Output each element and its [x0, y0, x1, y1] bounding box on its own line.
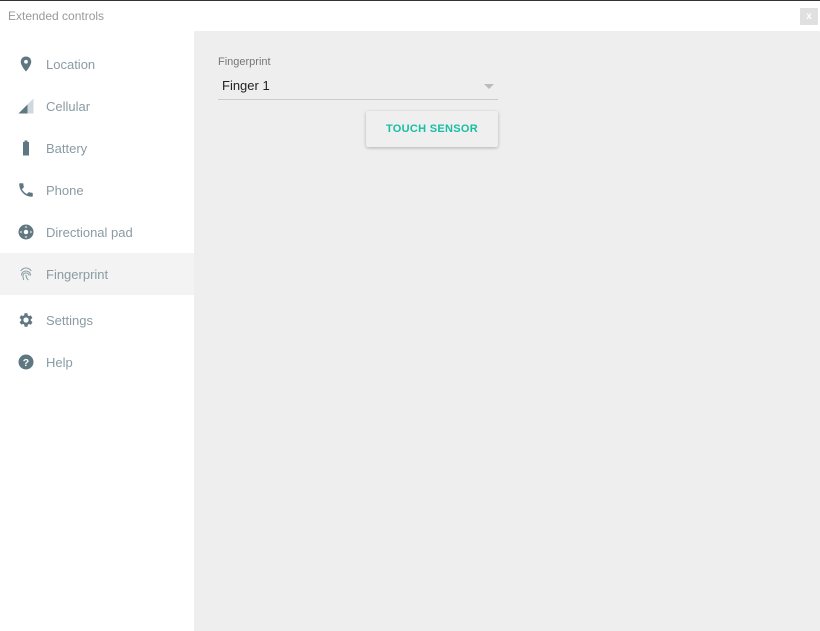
sidebar-item-phone[interactable]: Phone — [0, 169, 194, 211]
window-title: Extended controls — [8, 9, 105, 23]
sidebar-item-label: Settings — [46, 312, 93, 328]
phone-icon — [19, 183, 33, 197]
sidebar: Location Cellular Battery Phone Directio… — [0, 31, 194, 631]
sidebar-item-label: Fingerprint — [46, 266, 109, 282]
sidebar-item-settings[interactable]: Settings — [0, 299, 194, 341]
sidebar-item-label: Cellular — [46, 98, 91, 114]
sidebar-item-battery[interactable]: Battery — [0, 127, 194, 169]
close-button[interactable]: x — [800, 8, 818, 25]
fingerprint-panel: Fingerprint Finger 1 TOUCH SENSOR — [194, 31, 820, 631]
sidebar-item-help[interactable]: ? Help — [0, 341, 194, 383]
sidebar-item-label: Directional pad — [46, 224, 133, 240]
help-icon: ? — [18, 354, 34, 370]
fingerprint-select[interactable]: Finger 1 — [218, 74, 498, 100]
sidebar-item-label: Phone — [46, 182, 84, 198]
touch-sensor-button[interactable]: TOUCH SENSOR — [366, 111, 498, 147]
gear-icon — [19, 313, 33, 327]
sidebar-item-cellular[interactable]: Cellular — [0, 85, 194, 127]
fingerprint-field-label: Fingerprint — [218, 56, 271, 68]
sidebar-item-label: Help — [46, 354, 73, 370]
window-top-border — [0, 0, 820, 1]
sidebar-item-label: Location — [46, 56, 96, 72]
battery-icon — [23, 140, 29, 156]
location-pin-icon — [20, 56, 32, 72]
sidebar-item-location[interactable]: Location — [0, 43, 194, 85]
fingerprint-selected-value: Finger 1 — [222, 78, 270, 93]
sidebar-item-fingerprint[interactable]: Fingerprint — [0, 253, 194, 295]
fingerprint-icon — [20, 267, 32, 281]
sidebar-item-label: Battery — [46, 140, 88, 156]
dpad-icon — [18, 224, 34, 240]
svg-text:?: ? — [23, 357, 29, 369]
chevron-down-icon — [484, 84, 494, 89]
sidebar-item-directional-pad[interactable]: Directional pad — [0, 211, 194, 253]
cellular-signal-icon — [18, 98, 34, 114]
